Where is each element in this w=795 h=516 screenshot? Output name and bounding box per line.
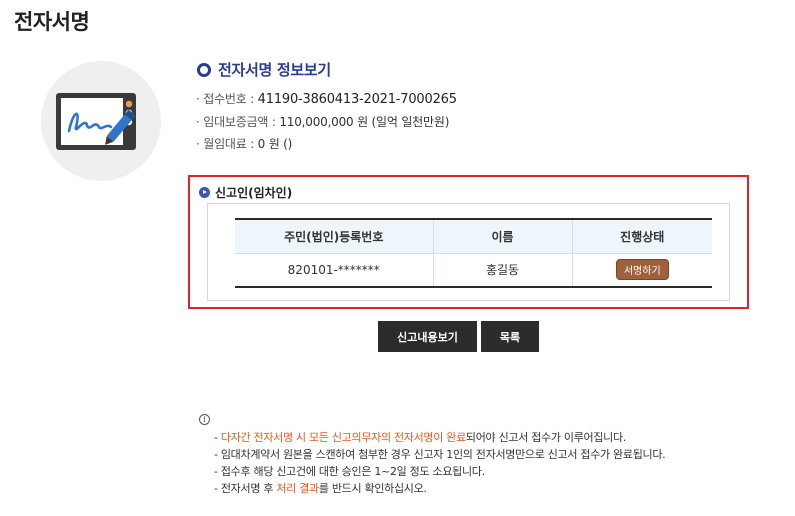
deposit-label: · 임대보증금액 :	[196, 115, 280, 129]
notice-list: - 다자간 전자서명 시 모든 신고의무자의 전자서명이 완료되어야 신고서 접…	[214, 429, 666, 497]
cell-status: 서명하기	[571, 253, 712, 288]
reporter-title: 신고인(임차인)	[199, 184, 292, 201]
cell-id-number: 820101-*******	[235, 253, 433, 288]
reporter-title-text: 신고인(임차인)	[215, 186, 293, 200]
deposit-line: · 임대보증금액 : 110,000,000 원 (일억 일천만원)	[196, 113, 449, 130]
reporter-section: 신고인(임차인) 주민(법인)등록번호 이름 진행상태 820101-*****…	[188, 175, 749, 309]
tablet-pen-icon	[56, 93, 136, 150]
deposit-value: 110,000,000 원 (일억 일천만원)	[279, 115, 450, 129]
page-title: 전자서명	[14, 10, 90, 34]
reporter-table: 주민(법인)등록번호 이름 진행상태 820101-******* 홍길동 서명…	[235, 218, 712, 288]
info-circle-icon: i	[199, 414, 210, 425]
monthly-rent-line: · 월임대료 : 0 원 ()	[196, 135, 292, 152]
monthly-rent-label: · 월임대료 :	[196, 137, 258, 151]
table-row: 820101-******* 홍길동 서명하기	[235, 253, 712, 288]
ring-bullet-icon	[197, 62, 211, 77]
receipt-number-label: · 접수번호 :	[196, 92, 258, 106]
list-button[interactable]: 목록	[481, 321, 539, 352]
column-header-status: 진행상태	[571, 218, 712, 254]
reporter-table-container: 주민(법인)등록번호 이름 진행상태 820101-******* 홍길동 서명…	[207, 203, 730, 301]
notice-item: - 임대차계약서 원본을 스캔하여 첨부한 경우 신고자 1인의 전자서명만으로…	[214, 448, 666, 461]
receipt-number-line: · 접수번호 : 41190-3860413-2021-7000265	[196, 90, 457, 107]
notice-item: - 접수후 해당 신고건에 대한 승인은 1~2일 정도 소요됩니다.	[214, 465, 485, 478]
section-title: 전자서명 정보보기	[197, 59, 331, 80]
receipt-number-value: 41190-3860413-2021-7000265	[257, 92, 457, 107]
notice-item: - 전자서명 후 처리 결과를 반드시 확인하십시오.	[214, 482, 427, 495]
column-header-name: 이름	[432, 218, 572, 254]
view-report-button[interactable]: 신고내용보기	[378, 321, 477, 352]
column-header-id-number: 주민(법인)등록번호	[235, 218, 433, 254]
sign-button[interactable]: 서명하기	[615, 259, 669, 281]
arrow-bullet-icon	[199, 187, 210, 198]
section-title-text: 전자서명 정보보기	[218, 61, 331, 79]
table-header-row: 주민(법인)등록번호 이름 진행상태	[235, 218, 712, 254]
illustration	[41, 61, 161, 181]
notice-item: - 다자간 전자서명 시 모든 신고의무자의 전자서명이 완료되어야 신고서 접…	[214, 431, 627, 444]
cell-name: 홍길동	[432, 253, 572, 288]
monthly-rent-value: 0 원 ()	[257, 137, 293, 151]
